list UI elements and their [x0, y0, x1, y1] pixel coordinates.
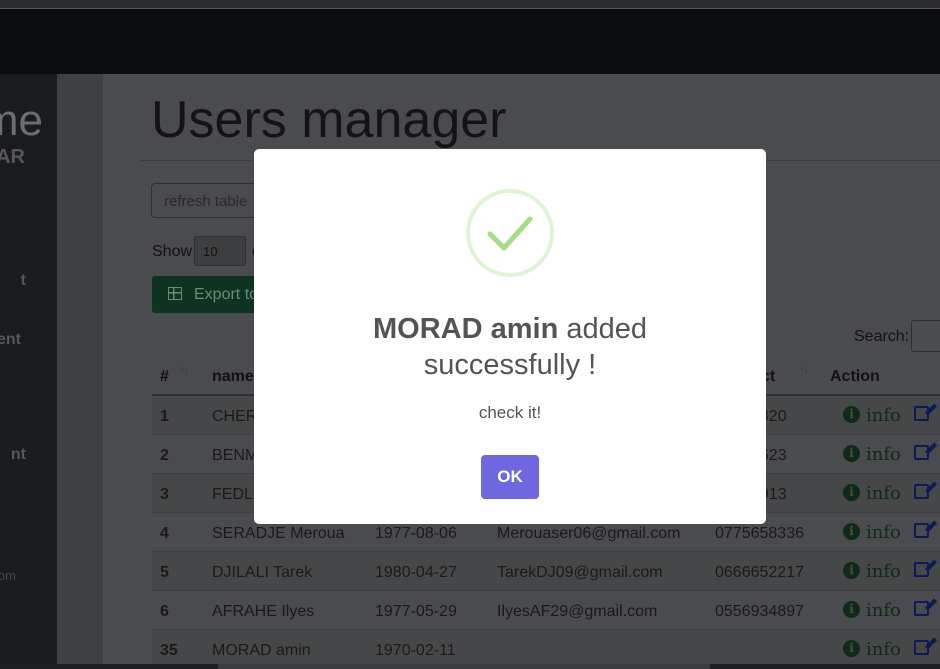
top-navbar [0, 9, 940, 74]
cell-id: 1 [160, 408, 169, 425]
cell-email: Merouaser06@gmail.com [497, 525, 681, 542]
scrollbar-thumb[interactable] [218, 664, 710, 669]
sidebar: me AR t ement nt om [0, 74, 57, 669]
info-icon[interactable]: i [843, 523, 860, 540]
edit-icon[interactable] [914, 406, 929, 421]
cell-birth: 1970-02-11 [375, 642, 456, 659]
show-entries-label: Show [152, 243, 192, 261]
cell-name: DJILALI Tarek [212, 564, 313, 581]
cell-id: 3 [160, 486, 169, 503]
success-modal: MORAD amin added successfully ! check it… [254, 149, 766, 524]
sidebar-footer: om [0, 568, 16, 583]
check-icon [487, 216, 533, 251]
info-button[interactable]: info [866, 561, 901, 582]
page-title: Users manager [151, 91, 507, 149]
info-icon[interactable]: i [843, 601, 860, 618]
entries-length-select[interactable]: 10 [194, 236, 246, 266]
column-header-id[interactable]: # [160, 368, 169, 386]
info-button[interactable]: info [866, 639, 901, 660]
cell-name: SERADJE Meroua [212, 525, 345, 542]
export-label: Export to [194, 286, 259, 303]
info-button[interactable]: info [866, 405, 901, 426]
sidebar-brand: me [0, 96, 43, 145]
edit-icon[interactable] [914, 601, 929, 616]
edit-icon[interactable] [914, 445, 929, 460]
edit-icon[interactable] [914, 523, 929, 538]
edit-icon[interactable] [914, 484, 929, 499]
cell-email: IlyesAF29@gmail.com [497, 603, 658, 620]
cell-name: MORAD amin [212, 642, 311, 659]
info-button[interactable]: info [866, 522, 901, 543]
table-icon [168, 287, 182, 300]
cell-birth: 1980-04-27 [375, 564, 457, 581]
search-label: Search: [854, 328, 910, 345]
cell-id: 4 [160, 525, 169, 542]
cell-id: 5 [160, 564, 169, 581]
sidebar-item-2[interactable]: ement [0, 331, 21, 349]
cell-name: BENM [212, 447, 259, 464]
cell-id: 2 [160, 447, 169, 464]
info-icon[interactable]: i [843, 640, 860, 657]
column-header-name[interactable]: name [212, 368, 254, 386]
info-icon[interactable]: i [843, 562, 860, 579]
info-button[interactable]: info [866, 444, 901, 465]
sidebar-item-1[interactable]: t [21, 272, 26, 290]
cell-name: AFRAHE Ilyes [212, 603, 315, 620]
content-gutter [57, 74, 103, 669]
cell-id: 35 [160, 642, 178, 659]
cell-phone: 0556934897 [715, 603, 804, 620]
cell-phone: 0666652217 [715, 564, 804, 581]
cell-birth: 1977-08-06 [375, 525, 457, 542]
info-icon[interactable]: i [843, 484, 860, 501]
cell-phone: 0775658336 [715, 525, 804, 542]
sort-arrows-icon[interactable]: ↑↓ [800, 364, 809, 376]
show-label-text: Show [152, 243, 193, 260]
column-header-action: Action [830, 368, 880, 385]
info-button[interactable]: info [866, 483, 901, 504]
sort-arrows-icon[interactable]: ↑↓ [180, 364, 189, 376]
info-button[interactable]: info [866, 600, 901, 621]
edit-icon[interactable] [914, 640, 929, 655]
modal-title: MORAD amin added successfully ! [294, 311, 726, 383]
edit-icon[interactable] [914, 562, 929, 577]
browser-top-bar [0, 0, 940, 9]
search-input[interactable] [911, 320, 940, 352]
table-row: 5 DJILALI Tarek 1980-04-27 TarekDJ09@gma… [152, 552, 940, 591]
sidebar-brand-sub: AR [0, 146, 25, 168]
sidebar-item-3[interactable]: nt [11, 446, 26, 464]
cell-birth: 1977-05-29 [375, 603, 457, 620]
table-row: 6 AFRAHE Ilyes 1977-05-29 IlyesAF29@gmai… [152, 591, 940, 630]
modal-title-user: MORAD amin [373, 313, 559, 345]
success-check-icon [466, 189, 554, 277]
horizontal-scrollbar[interactable] [0, 664, 940, 669]
info-icon[interactable]: i [843, 445, 860, 462]
modal-text: check it! [478, 403, 542, 422]
info-icon[interactable]: i [843, 406, 860, 423]
cell-id: 6 [160, 603, 169, 620]
ok-button[interactable]: OK [481, 455, 539, 499]
cell-email: TarekDJ09@gmail.com [497, 564, 663, 581]
